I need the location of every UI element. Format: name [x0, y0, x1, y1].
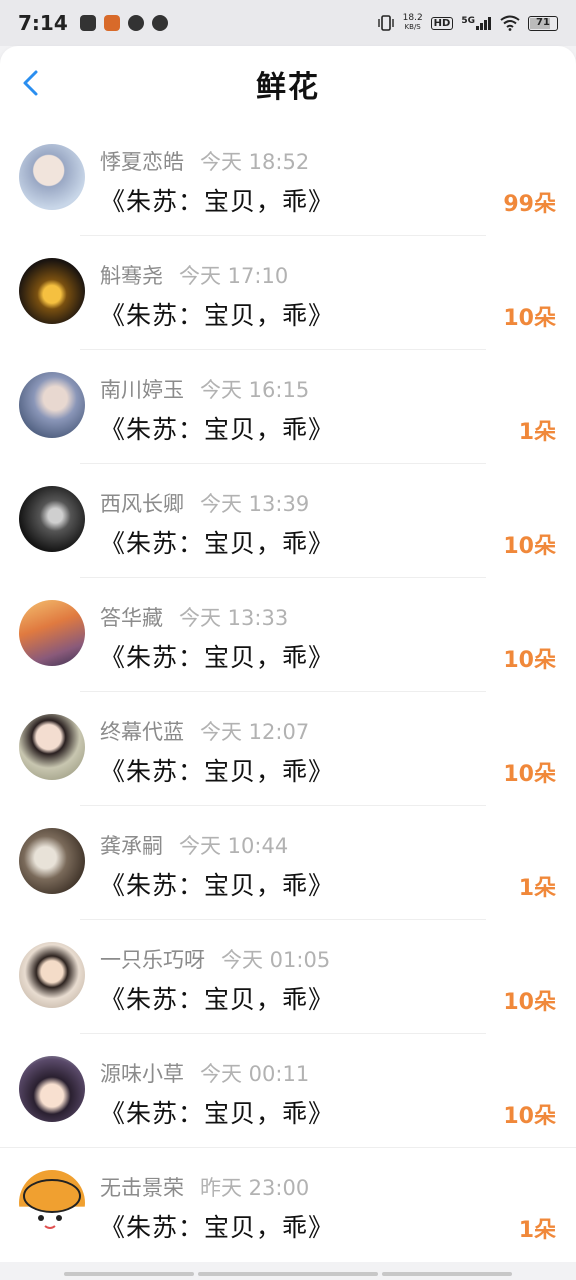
- signal-icon: [476, 17, 491, 30]
- list-item[interactable]: 悸夏恋皓 今天 18:52 《朱苏：宝贝，乖》 99朵: [0, 122, 576, 236]
- user-name[interactable]: 龚承嗣: [100, 830, 163, 860]
- send-time: 今天 10:44: [179, 834, 289, 858]
- flower-count: 1朵: [518, 420, 556, 445]
- user-name[interactable]: 答华藏: [100, 602, 163, 632]
- flower-count: 99朵: [503, 192, 556, 217]
- user-name[interactable]: 源味小草: [100, 1058, 184, 1088]
- avatar[interactable]: [19, 828, 85, 894]
- hd-badge: HD: [430, 16, 454, 30]
- signal-5g: 5G: [461, 16, 492, 30]
- avatar[interactable]: [19, 1170, 85, 1236]
- send-time: 今天 18:52: [200, 150, 310, 174]
- song-title: 《朱苏：宝贝，乖》: [100, 871, 335, 900]
- avatar[interactable]: [19, 258, 85, 324]
- avatar[interactable]: [19, 144, 85, 210]
- cartoon-avatar-icon: [23, 1179, 81, 1229]
- status-time: 7:14: [18, 11, 68, 35]
- list-item[interactable]: 南川婷玉 今天 16:15 《朱苏：宝贝，乖》 1朵: [0, 350, 576, 464]
- list-item[interactable]: 无击景荣 昨天 23:00 《朱苏：宝贝，乖》 1朵: [0, 1148, 576, 1262]
- list-item[interactable]: 龚承嗣 今天 10:44 《朱苏：宝贝，乖》 1朵: [0, 806, 576, 920]
- user-name[interactable]: 悸夏恋皓: [100, 146, 184, 176]
- song-title: 《朱苏：宝贝，乖》: [100, 1099, 335, 1128]
- gesture-bar: [0, 1272, 576, 1276]
- status-bar: 7:14 18.2 KB/S HD 5G 71: [0, 0, 576, 46]
- avatar[interactable]: [19, 714, 85, 780]
- song-title: 《朱苏：宝贝，乖》: [100, 415, 335, 444]
- song-title: 《朱苏：宝贝，乖》: [100, 757, 335, 786]
- send-time: 今天 13:39: [200, 492, 310, 516]
- send-time: 今天 12:07: [200, 720, 310, 744]
- flower-gift-list: 悸夏恋皓 今天 18:52 《朱苏：宝贝，乖》 99朵 斛骞尧 今天 17:10 《…: [0, 122, 576, 1262]
- flower-count: 10朵: [503, 648, 556, 673]
- vibrate-icon: [377, 15, 394, 31]
- flower-count: 1朵: [518, 876, 556, 901]
- user-name[interactable]: 无击景荣: [100, 1172, 184, 1202]
- network-speed: 18.2 KB/S: [402, 13, 423, 32]
- flower-count: 10朵: [503, 1104, 556, 1129]
- battery-indicator: 71: [528, 15, 558, 31]
- song-title: 《朱苏：宝贝，乖》: [100, 985, 335, 1014]
- flower-count: 1朵: [518, 1218, 556, 1243]
- wechat-icon: [127, 15, 144, 31]
- send-time: 今天 01:05: [221, 948, 331, 972]
- avatar[interactable]: [19, 372, 85, 438]
- song-title: 《朱苏：宝贝，乖》: [100, 529, 335, 558]
- app-notification-icon: [79, 15, 96, 31]
- list-item[interactable]: 西风长卿 今天 13:39 《朱苏：宝贝，乖》 10朵: [0, 464, 576, 578]
- flower-count: 10朵: [503, 990, 556, 1015]
- avatar[interactable]: [19, 1056, 85, 1122]
- list-item[interactable]: 答华藏 今天 13:33 《朱苏：宝贝，乖》 10朵: [0, 578, 576, 692]
- user-name[interactable]: 终幕代蓝: [100, 716, 184, 746]
- flower-count: 10朵: [503, 534, 556, 559]
- user-name[interactable]: 一只乐巧呀: [100, 944, 205, 974]
- list-item[interactable]: 源味小草 今天 00:11 《朱苏：宝贝，乖》 10朵: [0, 1034, 576, 1148]
- nav-header: 鲜花: [0, 46, 576, 122]
- list-item[interactable]: 终幕代蓝 今天 12:07 《朱苏：宝贝，乖》 10朵: [0, 692, 576, 806]
- song-title: 《朱苏：宝贝，乖》: [100, 187, 335, 216]
- flower-count: 10朵: [503, 762, 556, 787]
- wifi-icon: [500, 15, 520, 31]
- send-time: 今天 17:10: [179, 264, 289, 288]
- song-title: 《朱苏：宝贝，乖》: [100, 643, 335, 672]
- list-item[interactable]: 一只乐巧呀 今天 01:05 《朱苏：宝贝，乖》 10朵: [0, 920, 576, 1034]
- send-time: 今天 13:33: [179, 606, 289, 630]
- send-time: 昨天 23:00: [200, 1176, 310, 1200]
- game-notification-icon: [103, 15, 120, 31]
- user-name[interactable]: 斛骞尧: [100, 260, 163, 290]
- avatar[interactable]: [19, 600, 85, 666]
- chat-app-icon: [151, 15, 168, 31]
- avatar[interactable]: [19, 486, 85, 552]
- send-time: 今天 00:11: [200, 1062, 310, 1086]
- page-title: 鲜花: [256, 70, 320, 105]
- avatar[interactable]: [19, 942, 85, 1008]
- list-item[interactable]: 斛骞尧 今天 17:10 《朱苏：宝贝，乖》 10朵: [0, 236, 576, 350]
- song-title: 《朱苏：宝贝，乖》: [100, 1213, 335, 1242]
- user-name[interactable]: 南川婷玉: [100, 374, 184, 404]
- send-time: 今天 16:15: [200, 378, 310, 402]
- song-title: 《朱苏：宝贝，乖》: [100, 301, 335, 330]
- user-name[interactable]: 西风长卿: [100, 488, 184, 518]
- flower-count: 10朵: [503, 306, 556, 331]
- back-arrow-icon[interactable]: [16, 68, 46, 98]
